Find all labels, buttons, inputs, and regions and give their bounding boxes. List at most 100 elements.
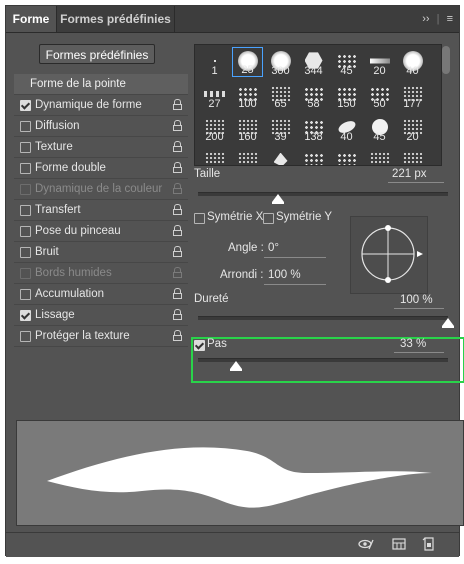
spacing-checkbox[interactable]: [194, 340, 205, 351]
brush-thumbnail[interactable]: [331, 146, 362, 165]
brush-thumbnail[interactable]: 344: [298, 47, 329, 77]
brush-thumbnail[interactable]: 27: [199, 80, 230, 110]
brush-thumbnail[interactable]: 160: [232, 113, 263, 143]
brush-tip-shape: [204, 151, 225, 165]
option-checkbox[interactable]: [20, 226, 31, 237]
brush-thumbnail[interactable]: 100: [232, 80, 263, 110]
lock-icon[interactable]: [173, 120, 182, 131]
brush-size-label: 50: [373, 98, 386, 110]
size-slider-knob[interactable]: [272, 194, 284, 204]
lock-icon[interactable]: [173, 288, 182, 299]
lock-icon[interactable]: [173, 99, 182, 110]
brush-thumbnails-grid[interactable]: 1 25 300 344 45 20 40 27 100 65 58 150 50 177 200 160 39…: [194, 44, 442, 166]
brush-thumbnail[interactable]: [397, 146, 428, 165]
brush-thumbnail[interactable]: 177: [397, 80, 428, 110]
angle-roundness-dial[interactable]: [350, 216, 428, 294]
lock-icon[interactable]: [173, 162, 182, 173]
list-item-texture[interactable]: Texture: [14, 137, 188, 158]
lock-icon[interactable]: [173, 309, 182, 320]
lock-icon[interactable]: [173, 183, 182, 194]
brush-size-label: 20: [406, 131, 419, 143]
option-checkbox[interactable]: [20, 163, 31, 174]
brush-thumbnail[interactable]: 1: [199, 47, 230, 77]
list-item-lissage[interactable]: Lissage: [14, 305, 188, 326]
list-item-pose-du-pinceau[interactable]: Pose du pinceau: [14, 221, 188, 242]
eye-brush-toggle-icon[interactable]: [358, 537, 374, 551]
brush-thumbnail[interactable]: 200: [199, 113, 230, 143]
hardness-slider-track[interactable]: [198, 316, 448, 320]
option-checkbox[interactable]: [20, 247, 31, 258]
new-brush-icon[interactable]: [422, 537, 436, 551]
brush-thumbnail[interactable]: [232, 146, 263, 165]
option-checkbox[interactable]: [20, 184, 31, 195]
brush-thumbnail[interactable]: [364, 146, 395, 165]
option-checkbox[interactable]: [20, 268, 31, 279]
list-item-diffusion[interactable]: Diffusion: [14, 116, 188, 137]
lock-icon[interactable]: [173, 225, 182, 236]
brush-size-label: 25: [241, 64, 254, 76]
option-label: Forme double: [35, 162, 106, 174]
grid-panel-icon[interactable]: [392, 537, 406, 551]
brush-size-label: 40: [406, 65, 419, 77]
brush-thumbnail[interactable]: 20: [364, 47, 395, 77]
brush-thumbnail[interactable]: 45: [364, 113, 395, 143]
symmetry-y-checkbox[interactable]: [263, 213, 274, 224]
panel-menu-icon[interactable]: ≡: [447, 6, 453, 32]
brush-thumbnail[interactable]: 150: [331, 80, 362, 110]
preset-brushes-button[interactable]: Formes prédéfinies: [39, 44, 155, 64]
option-checkbox[interactable]: [20, 100, 31, 111]
brush-thumbnail[interactable]: 45: [331, 47, 362, 77]
brush-thumbnail[interactable]: [199, 146, 230, 165]
lock-icon[interactable]: [173, 246, 182, 257]
option-checkbox[interactable]: [20, 121, 31, 132]
list-item-prot-ger-la-texture[interactable]: Protéger la texture: [14, 326, 188, 347]
brush-thumbnail[interactable]: 39: [265, 113, 296, 143]
brush-thumbnail[interactable]: 138: [298, 113, 329, 143]
list-item-dynamique-de-la-couleur[interactable]: Dynamique de la couleur: [14, 179, 188, 200]
brush-size-label: 200: [205, 131, 224, 143]
option-checkbox[interactable]: [20, 205, 31, 216]
lock-icon[interactable]: [173, 141, 182, 152]
hardness-slider-knob[interactable]: [442, 318, 454, 328]
brush-thumbnail[interactable]: [265, 146, 296, 165]
brush-thumbnail[interactable]: 40: [331, 113, 362, 143]
list-item-bords-humides[interactable]: Bords humides: [14, 263, 188, 284]
lock-icon[interactable]: [173, 204, 182, 215]
brush-thumbnail[interactable]: 40: [397, 47, 428, 77]
brush-thumbnail[interactable]: 50: [364, 80, 395, 110]
angle-input[interactable]: 0°: [268, 242, 279, 254]
symmetry-x-checkbox[interactable]: [194, 213, 205, 224]
size-slider-track[interactable]: [198, 192, 448, 196]
brush-thumbnail[interactable]: 65: [265, 80, 296, 110]
brush-tip-shape: [369, 151, 390, 165]
option-checkbox[interactable]: [20, 289, 31, 300]
brush-size-label: 45: [340, 65, 353, 77]
brush-thumbnail[interactable]: [298, 146, 329, 165]
hardness-value[interactable]: 100 %: [400, 294, 433, 306]
spacing-slider-knob[interactable]: [229, 361, 242, 371]
brush-thumbnail[interactable]: 58: [298, 80, 329, 110]
brush-thumbnail[interactable]: 25: [232, 47, 263, 77]
brush-size-label: 138: [304, 131, 323, 143]
tab-formes-predefinies[interactable]: Formes prédéfinies: [57, 6, 175, 32]
lock-icon[interactable]: [173, 330, 182, 341]
lock-icon[interactable]: [173, 267, 182, 278]
brush-thumbnail[interactable]: 20: [397, 113, 428, 143]
list-header-brush-tip-shape[interactable]: Forme de la pointe: [14, 74, 188, 95]
size-value[interactable]: 221 px: [392, 168, 427, 180]
list-item-bruit[interactable]: Bruit: [14, 242, 188, 263]
spacing-value[interactable]: 33 %: [400, 338, 426, 350]
option-checkbox[interactable]: [20, 142, 31, 153]
thumbnails-scrollbar[interactable]: [442, 46, 450, 74]
expand-double-chevron-icon[interactable]: ››: [422, 6, 429, 32]
list-item-dynamique-de-forme[interactable]: Dynamique de forme: [14, 95, 188, 116]
list-item-accumulation[interactable]: Accumulation: [14, 284, 188, 305]
list-item-transfert[interactable]: Transfert: [14, 200, 188, 221]
hardness-label: Dureté: [194, 293, 229, 305]
option-checkbox[interactable]: [20, 331, 31, 342]
tab-forme[interactable]: Forme: [6, 6, 57, 32]
list-item-forme-double[interactable]: Forme double: [14, 158, 188, 179]
roundness-input[interactable]: 100 %: [268, 269, 301, 281]
option-checkbox[interactable]: [20, 310, 31, 321]
brush-thumbnail[interactable]: 300: [265, 47, 296, 77]
